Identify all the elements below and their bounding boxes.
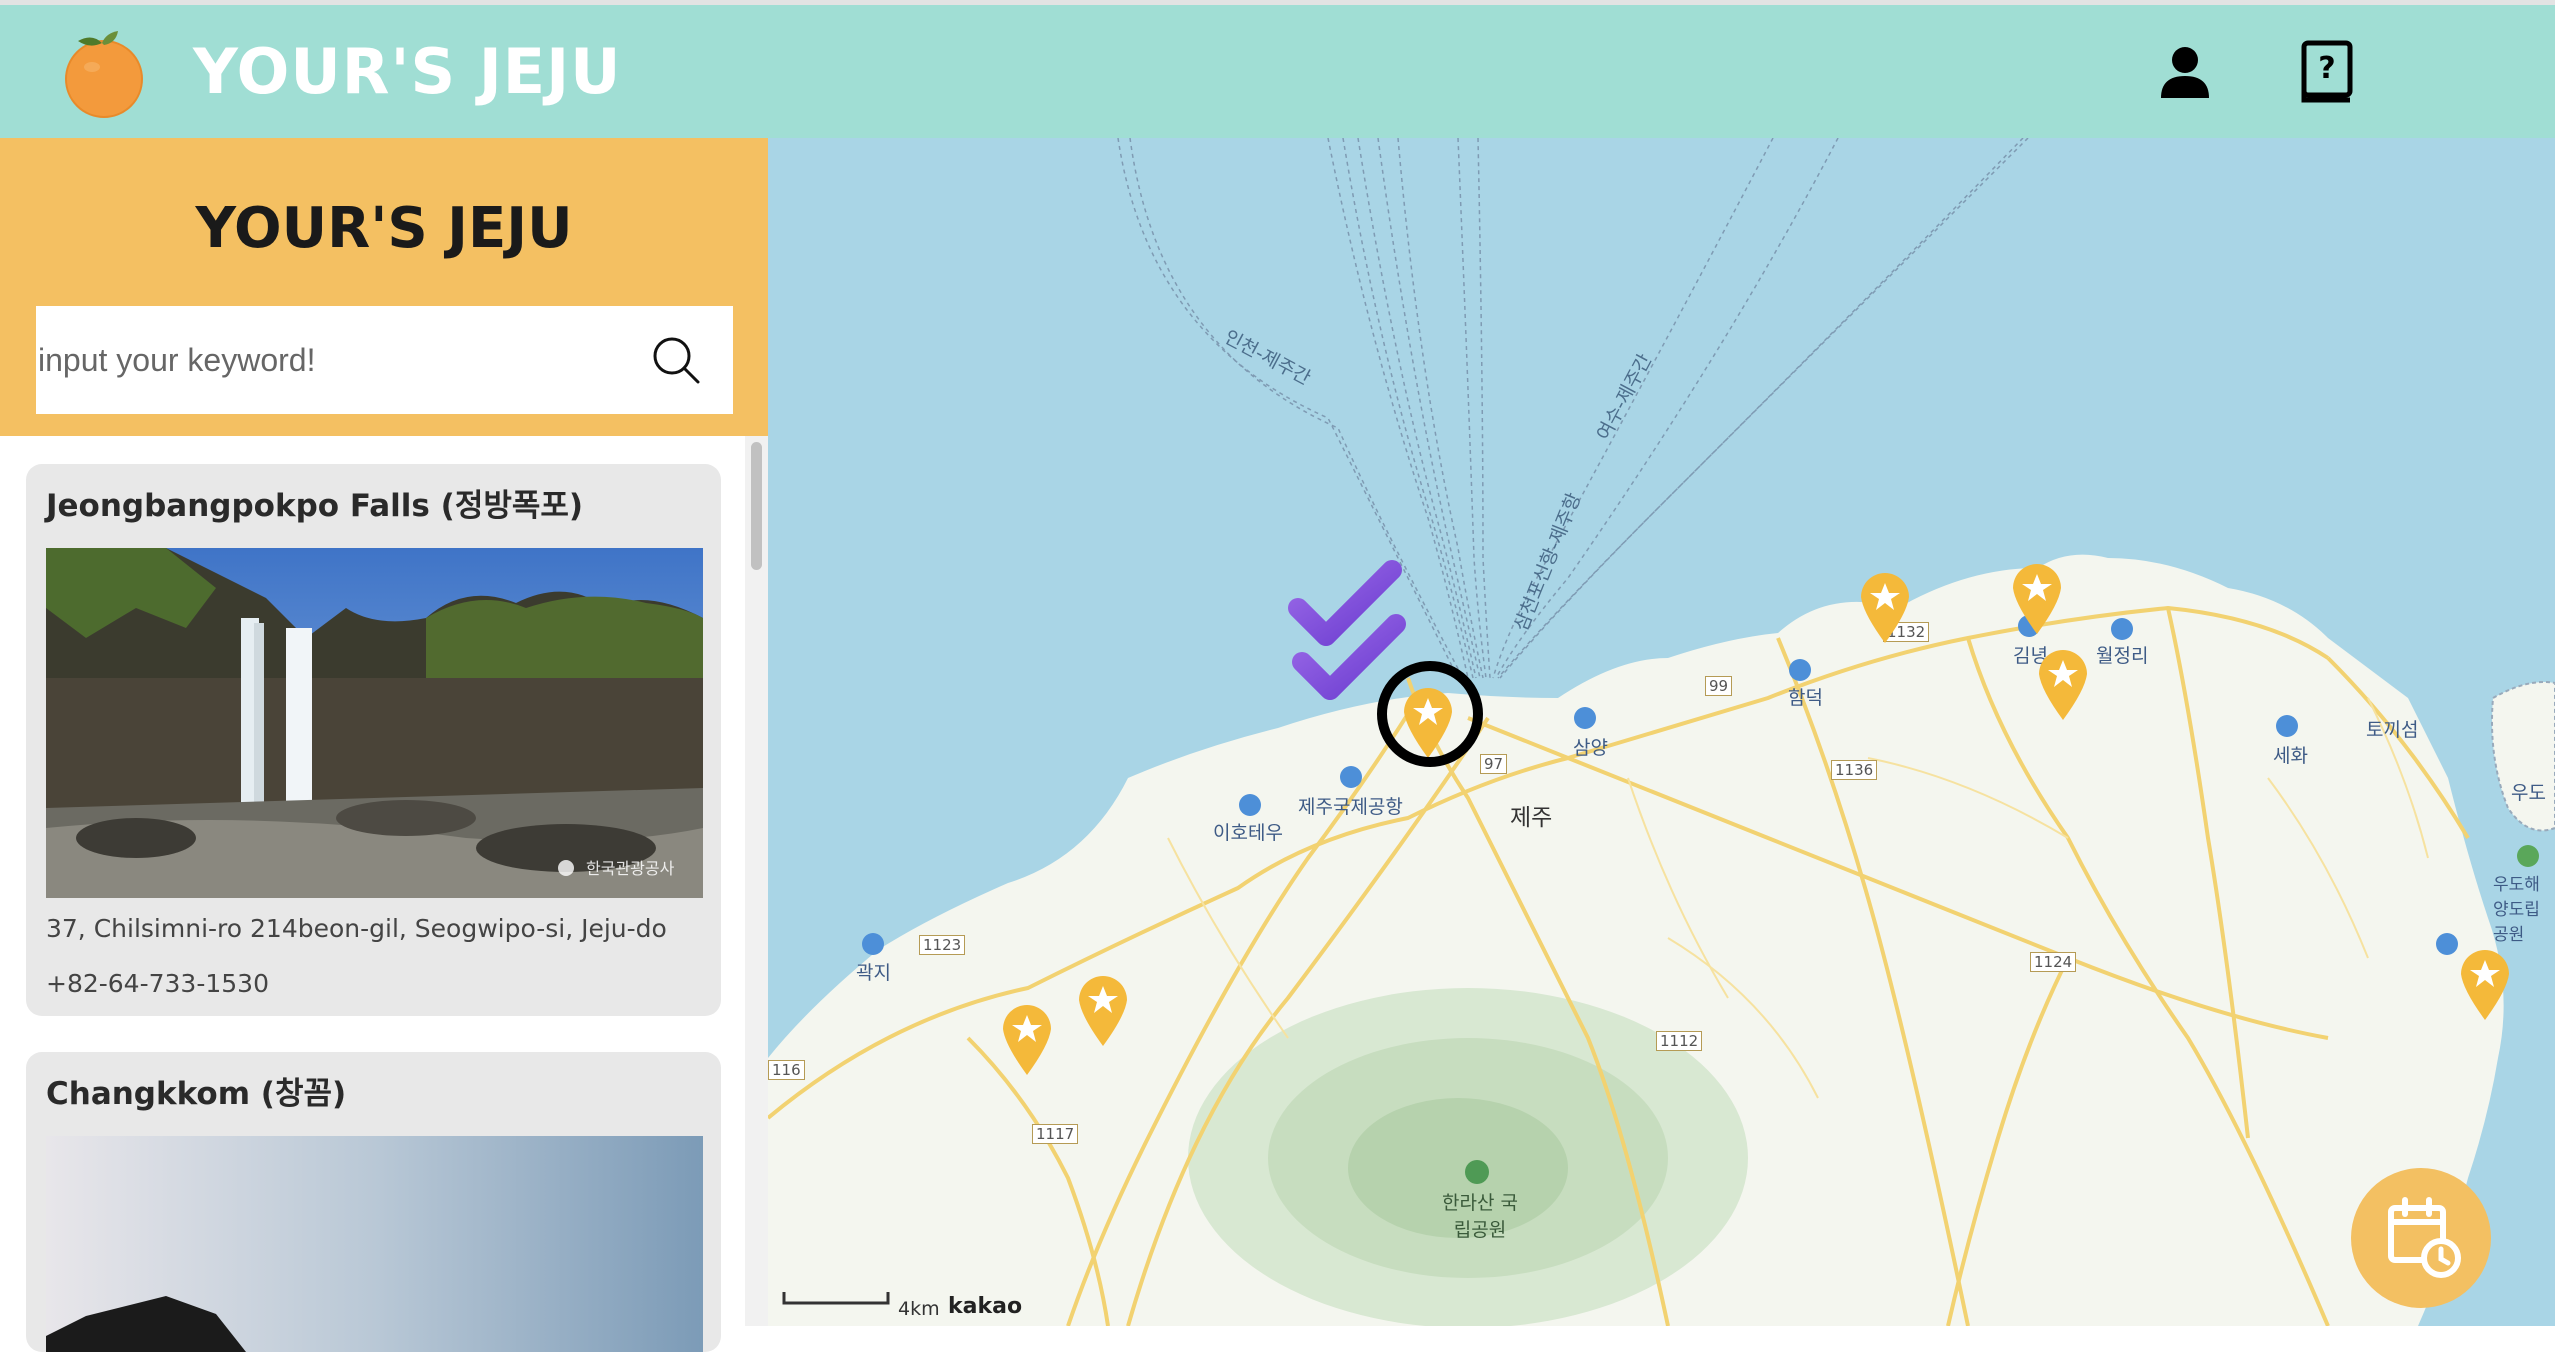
- star-marker[interactable]: [2457, 946, 2513, 1022]
- header: YOUR'S JEJU ?: [0, 0, 2555, 138]
- photo-watermark: 한국관광공사: [586, 859, 675, 878]
- app-title[interactable]: YOUR'S JEJU: [193, 35, 622, 108]
- sidebar: YOUR'S JEJU Jeongbangpokpo Falls (정방폭포): [0, 138, 768, 1352]
- star-marker[interactable]: [999, 1001, 1055, 1077]
- place-phone: +82-64-733-1530: [46, 969, 269, 998]
- place-card[interactable]: Changkkom (창꼼): [26, 1052, 721, 1352]
- place-name[interactable]: Changkkom (창꼼): [46, 1068, 346, 1113]
- place-photo: 한국관광공사: [46, 548, 703, 898]
- double-check-icon: [1288, 558, 1408, 708]
- tangerine-logo[interactable]: [58, 23, 150, 119]
- place-address: 37, Chilsimni-ro 214beon-gil, Seogwipo-s…: [46, 914, 667, 943]
- map[interactable]: 인천-제주간 여수-제주간 삼천포신항-제주항 제주국제공항 이호테우 제주 삼…: [768, 138, 2555, 1326]
- scale-label: 4km: [898, 1298, 940, 1320]
- star-marker[interactable]: [1857, 569, 1913, 645]
- schedule-button[interactable]: [2351, 1168, 2491, 1308]
- place-card[interactable]: Jeongbangpokpo Falls (정방폭포) 한국관광공사 37, C…: [26, 464, 721, 1016]
- sidebar-header: YOUR'S JEJU: [0, 138, 768, 436]
- place-name[interactable]: Jeongbangpokpo Falls (정방폭포): [46, 480, 583, 525]
- search-icon[interactable]: [648, 332, 704, 388]
- place-photo: [46, 1136, 703, 1352]
- sidebar-title: YOUR'S JEJU: [195, 196, 573, 261]
- map-provider: kakao: [948, 1294, 1023, 1319]
- search-input[interactable]: [36, 306, 636, 414]
- svg-text:?: ?: [2318, 51, 2335, 86]
- star-marker[interactable]: [2009, 560, 2065, 636]
- user-icon[interactable]: [2155, 42, 2215, 102]
- scrollbar-thumb[interactable]: [751, 442, 762, 570]
- star-marker[interactable]: [2035, 646, 2091, 722]
- star-marker[interactable]: [1075, 972, 1131, 1048]
- help-book-icon[interactable]: ?: [2297, 40, 2357, 104]
- calendar-clock-icon: [2388, 1197, 2461, 1278]
- search-box: [36, 306, 733, 414]
- poi-dots: [862, 615, 2539, 1184]
